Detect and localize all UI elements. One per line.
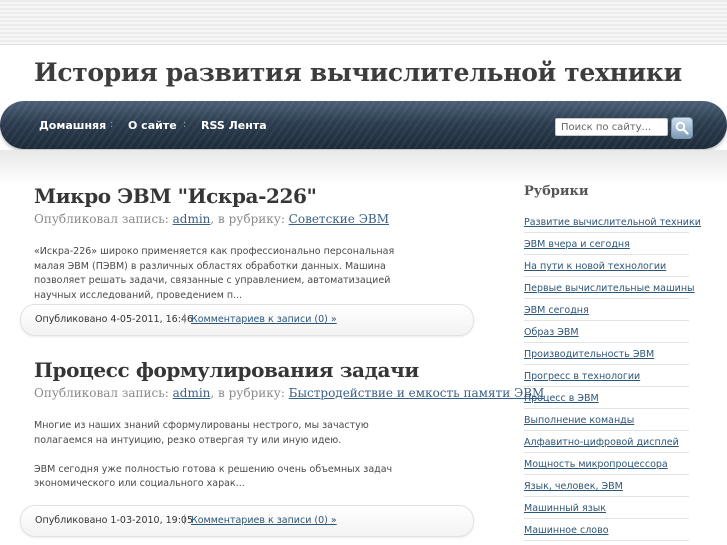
category-item: Машинное слово: [524, 519, 689, 541]
category-link[interactable]: Алфавитно-цифровой дисплей: [524, 431, 689, 448]
content-top-band: [0, 150, 727, 184]
post-date: Опубликовано 1-03-2010, 19:05: [35, 515, 194, 526]
category-item: ЭВМ вчера и сегодня: [524, 233, 689, 255]
post-excerpt: «Искра-226» широко применяется как профе…: [34, 245, 414, 303]
post-author-link[interactable]: admin: [173, 212, 211, 226]
category-link[interactable]: Машинный язык: [524, 497, 689, 514]
category-item: Прогресс в технологии: [524, 365, 689, 387]
nav-separator: :: [183, 119, 187, 130]
nav-item-about[interactable]: О сайте: [128, 119, 177, 132]
nav-separator: :: [110, 119, 114, 130]
category-link[interactable]: Образ ЭВМ: [524, 321, 689, 338]
post-meta: Опубликовал запись: admin, в рубрику: Бы…: [34, 386, 544, 400]
post-author-link[interactable]: admin: [173, 386, 211, 400]
category-link[interactable]: Выполнение команды: [524, 409, 689, 426]
category-link[interactable]: Производительность ЭВМ: [524, 343, 689, 360]
post-footer-separator: |: [183, 514, 187, 525]
post-excerpt: Многие из наших знаний сформулированы не…: [34, 419, 414, 492]
category-item: Алфавитно-цифровой дисплей: [524, 431, 689, 453]
post-title[interactable]: Процесс формулирования задачи: [34, 358, 419, 382]
category-link[interactable]: ЭВМ сегодня: [524, 299, 689, 316]
search-icon: [675, 121, 689, 135]
post-footer: Опубликовано 1-03-2010, 19:05 | Коммента…: [20, 505, 474, 537]
post-footer: Опубликовано 4-05-2011, 16:46 | Коммента…: [20, 304, 474, 336]
post-excerpt-paragraph: «Искра-226» широко применяется как профе…: [34, 246, 395, 301]
category-item: Машинный язык: [524, 497, 689, 519]
post-excerpt-paragraph: Многие из наших знаний сформулированы не…: [34, 420, 369, 446]
nav-item-rss[interactable]: RSS Лента: [201, 119, 267, 132]
category-item: Образ ЭВМ: [524, 321, 689, 343]
category-link[interactable]: Язык, человек, ЭВМ: [524, 475, 689, 492]
post-category-link[interactable]: Быстродействие и емкость памяти ЭВМ: [289, 386, 545, 400]
post-date: Опубликовано 4-05-2011, 16:46: [35, 314, 194, 325]
category-link[interactable]: Развитие вычислительной техники: [524, 211, 701, 228]
category-item: Производительность ЭВМ: [524, 343, 689, 365]
category-item: Процесс в ЭВМ: [524, 387, 689, 409]
top-decorative-strip: [0, 0, 727, 45]
sidebar-title: Рубрики: [524, 184, 589, 199]
post-category-link[interactable]: Советские ЭВМ: [289, 212, 389, 226]
post-footer-separator: |: [183, 313, 187, 324]
category-list: Развитие вычислительной техники ЭВМ вчер…: [524, 211, 701, 541]
category-item: Первые вычислительные машины: [524, 277, 695, 299]
category-link[interactable]: Прогресс в технологии: [524, 365, 689, 382]
category-item: Развитие вычислительной техники: [524, 211, 701, 233]
post-meta: Опубликовал запись: admin, в рубрику: Со…: [34, 212, 389, 226]
category-link[interactable]: ЭВМ вчера и сегодня: [524, 233, 689, 250]
category-item: Мощность микропроцессора: [524, 453, 689, 475]
category-item: ЭВМ сегодня: [524, 299, 689, 321]
category-item: Язык, человек, ЭВМ: [524, 475, 689, 497]
category-item: Выполнение команды: [524, 409, 689, 431]
category-link[interactable]: Первые вычислительные машины: [524, 277, 695, 294]
post-meta-middle: , в рубрику:: [210, 212, 289, 226]
post-comments-link[interactable]: Комментариев к записи (0) »: [191, 515, 337, 526]
post-meta-middle: , в рубрику:: [210, 386, 289, 400]
category-link[interactable]: Мощность микропроцессора: [524, 453, 689, 470]
search-button[interactable]: [671, 117, 693, 139]
search-input[interactable]: [555, 118, 668, 136]
post-comments-link[interactable]: Комментариев к записи (0) »: [191, 314, 337, 325]
post-excerpt-paragraph: ЭВМ сегодня уже полностью готова к решен…: [34, 463, 393, 490]
category-item: На пути к новой технологии: [524, 255, 689, 277]
nav-item-home[interactable]: Домашняя: [39, 119, 106, 132]
site-title[interactable]: История развития вычислительной техники: [34, 58, 682, 87]
category-link[interactable]: На пути к новой технологии: [524, 255, 689, 272]
category-link[interactable]: Процесс в ЭВМ: [524, 387, 689, 404]
post-title[interactable]: Микро ЭВМ "Искра-226": [34, 184, 317, 208]
category-link[interactable]: Машинное слово: [524, 519, 689, 536]
post-meta-prefix: Опубликовал запись:: [34, 386, 173, 400]
post-meta-prefix: Опубликовал запись:: [34, 212, 173, 226]
